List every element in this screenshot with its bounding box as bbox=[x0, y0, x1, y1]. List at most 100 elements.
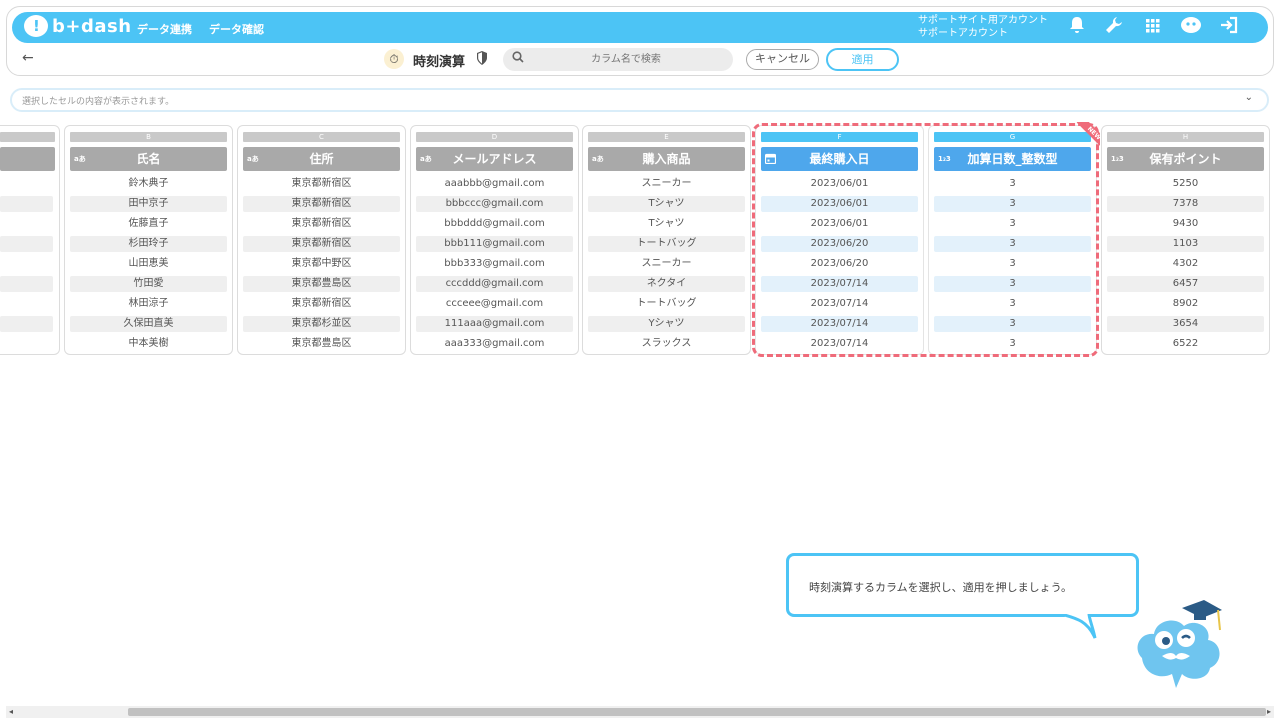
mascot-icon[interactable] bbox=[1179, 16, 1203, 40]
column-g[interactable]: G 1₂3 加算日数_整数型 3 3 3 3 3 3 3 3 3 bbox=[928, 125, 1097, 355]
table-cell[interactable]: Tシャツ bbox=[588, 216, 745, 232]
table-cell[interactable]: 東京都新宿区 bbox=[243, 216, 400, 232]
table-cell[interactable] bbox=[0, 196, 53, 212]
table-cell[interactable]: スニーカー bbox=[588, 176, 745, 192]
table-cell[interactable]: 2023/06/01 bbox=[761, 216, 918, 232]
table-cell[interactable]: 3 bbox=[934, 176, 1091, 192]
table-cell[interactable]: 3 bbox=[934, 296, 1091, 312]
table-cell[interactable]: 佐藤直子 bbox=[70, 216, 227, 232]
table-cell[interactable]: 杉田玲子 bbox=[70, 236, 227, 252]
table-cell[interactable]: 鈴木典子 bbox=[70, 176, 227, 192]
table-cell[interactable]: aaabbb@gmail.com bbox=[416, 176, 573, 192]
table-cell[interactable]: 3 bbox=[934, 216, 1091, 232]
column-header[interactable]: aあ メールアドレス bbox=[416, 147, 573, 171]
table-cell[interactable]: 2023/07/14 bbox=[761, 296, 918, 312]
column-c[interactable]: Caあ 住所 東京都新宿区 東京都新宿区 東京都新宿区 東京都新宿区 東京都中野区 東京都豊島… bbox=[237, 125, 406, 355]
table-cell[interactable]: 3 bbox=[934, 196, 1091, 212]
table-cell[interactable]: 2023/06/20 bbox=[761, 256, 918, 272]
table-cell[interactable]: 山田恵美 bbox=[70, 256, 227, 272]
table-cell[interactable]: 2023/07/14 bbox=[761, 316, 918, 332]
nav-link-data-integration[interactable]: データ連携 bbox=[137, 21, 192, 37]
column-header[interactable]: 1₂3 保有ポイント bbox=[1107, 147, 1264, 171]
table-cell[interactable]: 3 bbox=[934, 316, 1091, 332]
table-cell[interactable] bbox=[0, 276, 53, 292]
table-cell[interactable]: bbbccc@gmail.com bbox=[416, 196, 573, 212]
grid-icon[interactable] bbox=[1141, 16, 1165, 40]
bell-icon[interactable] bbox=[1065, 16, 1089, 40]
table-cell[interactable]: 9430 bbox=[1107, 216, 1264, 232]
table-cell[interactable]: 3 bbox=[934, 336, 1091, 352]
column-header[interactable]: aあ 購入商品 bbox=[588, 147, 745, 171]
column-header[interactable] bbox=[0, 147, 55, 171]
table-cell[interactable]: 東京都新宿区 bbox=[243, 176, 400, 192]
logout-icon[interactable] bbox=[1217, 16, 1241, 40]
table-cell[interactable]: 東京都杉並区 bbox=[243, 316, 400, 332]
table-cell[interactable]: 田中京子 bbox=[70, 196, 227, 212]
horizontal-scrollbar[interactable]: ◂ ▸ bbox=[6, 706, 1274, 718]
table-cell[interactable]: 東京都豊島区 bbox=[243, 276, 400, 292]
table-cell[interactable]: 久保田直美 bbox=[70, 316, 227, 332]
column-f[interactable]: F 最終購入日 2023/06/01 2023/06/01 2023/06/01 2023… bbox=[755, 125, 924, 355]
table-cell[interactable]: 111aaa@gmail.com bbox=[416, 316, 573, 332]
shield-icon[interactable] bbox=[476, 51, 488, 69]
table-cell[interactable]: 3654 bbox=[1107, 316, 1264, 332]
column-header[interactable]: 最終購入日 bbox=[761, 147, 918, 171]
table-cell[interactable]: 5250 bbox=[1107, 176, 1264, 192]
table-cell[interactable]: 3 bbox=[934, 256, 1091, 272]
logo[interactable]: b+dash bbox=[24, 15, 132, 37]
table-cell[interactable]: ccceee@gmail.com bbox=[416, 296, 573, 312]
cell-content-bar[interactable]: 選択したセルの内容が表示されます。 ⌄ bbox=[10, 88, 1269, 112]
table-cell[interactable]: 東京都中野区 bbox=[243, 256, 400, 272]
wrench-icon[interactable] bbox=[1102, 16, 1126, 40]
table-cell[interactable]: 4302 bbox=[1107, 256, 1264, 272]
table-cell[interactable]: 8902 bbox=[1107, 296, 1264, 312]
table-cell[interactable]: bbbddd@gmail.com bbox=[416, 216, 573, 232]
scrollbar-thumb[interactable] bbox=[128, 708, 1266, 716]
scroll-left-icon[interactable]: ◂ bbox=[9, 706, 13, 718]
table-cell[interactable]: スラックス bbox=[588, 336, 745, 352]
table-cell[interactable]: 3 bbox=[934, 236, 1091, 252]
table-cell[interactable]: ネクタイ bbox=[588, 276, 745, 292]
table-cell[interactable]: 2023/06/20 bbox=[761, 236, 918, 252]
apply-button[interactable]: 適用 bbox=[826, 48, 899, 71]
table-cell[interactable]: 東京都新宿区 bbox=[243, 236, 400, 252]
table-cell[interactable]: トートバッグ bbox=[588, 236, 745, 252]
scroll-right-icon[interactable]: ▸ bbox=[1267, 706, 1271, 718]
table-cell[interactable]: 東京都新宿区 bbox=[243, 296, 400, 312]
column-b[interactable]: Baあ 氏名 鈴木典子 田中京子 佐藤直子 杉田玲子 山田恵美 竹田愛 林田涼子 久保田直美 中本美… bbox=[64, 125, 233, 355]
table-cell[interactable]: 7378 bbox=[1107, 196, 1264, 212]
column-header[interactable]: 1₂3 加算日数_整数型 bbox=[934, 147, 1091, 171]
column-header[interactable]: aあ 住所 bbox=[243, 147, 400, 171]
table-cell[interactable]: 3 bbox=[934, 276, 1091, 292]
table-cell[interactable]: 竹田愛 bbox=[70, 276, 227, 292]
cancel-button[interactable]: キャンセル bbox=[746, 49, 819, 70]
table-cell[interactable] bbox=[0, 316, 53, 332]
account-info[interactable]: サポートサイト用アカウント サポートアカウント bbox=[918, 14, 1048, 40]
table-cell[interactable]: 林田涼子 bbox=[70, 296, 227, 312]
table-cell[interactable]: aaa333@gmail.com bbox=[416, 336, 573, 352]
chevron-down-icon[interactable]: ⌄ bbox=[1245, 92, 1253, 103]
table-cell[interactable]: 2023/06/01 bbox=[761, 196, 918, 212]
table-cell[interactable]: 2023/06/01 bbox=[761, 176, 918, 192]
column-h[interactable]: H 1₂3 保有ポイント 5250 7378 9430 1103 4302 6457 8902 36… bbox=[1101, 125, 1270, 355]
table-cell[interactable]: スニーカー bbox=[588, 256, 745, 272]
table-cell[interactable]: トートバッグ bbox=[588, 296, 745, 312]
table-cell[interactable]: 中本美樹 bbox=[70, 336, 227, 352]
table-cell[interactable]: 東京都豊島区 bbox=[243, 336, 400, 352]
table-cell[interactable]: cccddd@gmail.com bbox=[416, 276, 573, 292]
table-cell[interactable]: 2023/07/14 bbox=[761, 276, 918, 292]
column-e[interactable]: Eaあ 購入商品 スニーカー Tシャツ Tシャツ トートバッグ スニーカー ネクタイ トートバッ… bbox=[582, 125, 751, 355]
table-cell[interactable] bbox=[0, 236, 53, 252]
column-d[interactable]: Daあ メールアドレス aaabbb@gmail.com bbbccc@gmail.c… bbox=[410, 125, 579, 355]
nav-link-data-check[interactable]: データ確認 bbox=[209, 21, 264, 37]
search-input[interactable] bbox=[531, 50, 721, 69]
table-cell[interactable]: 東京都新宿区 bbox=[243, 196, 400, 212]
table-cell[interactable]: 1103 bbox=[1107, 236, 1264, 252]
table-cell[interactable]: 6457 bbox=[1107, 276, 1264, 292]
back-button[interactable]: ← bbox=[22, 50, 34, 66]
column-a-partial[interactable] bbox=[0, 125, 60, 355]
column-header[interactable]: aあ 氏名 bbox=[70, 147, 227, 171]
table-cell[interactable]: Yシャツ bbox=[588, 316, 745, 332]
table-cell[interactable]: 6522 bbox=[1107, 336, 1264, 352]
table-cell[interactable]: 2023/07/14 bbox=[761, 336, 918, 352]
